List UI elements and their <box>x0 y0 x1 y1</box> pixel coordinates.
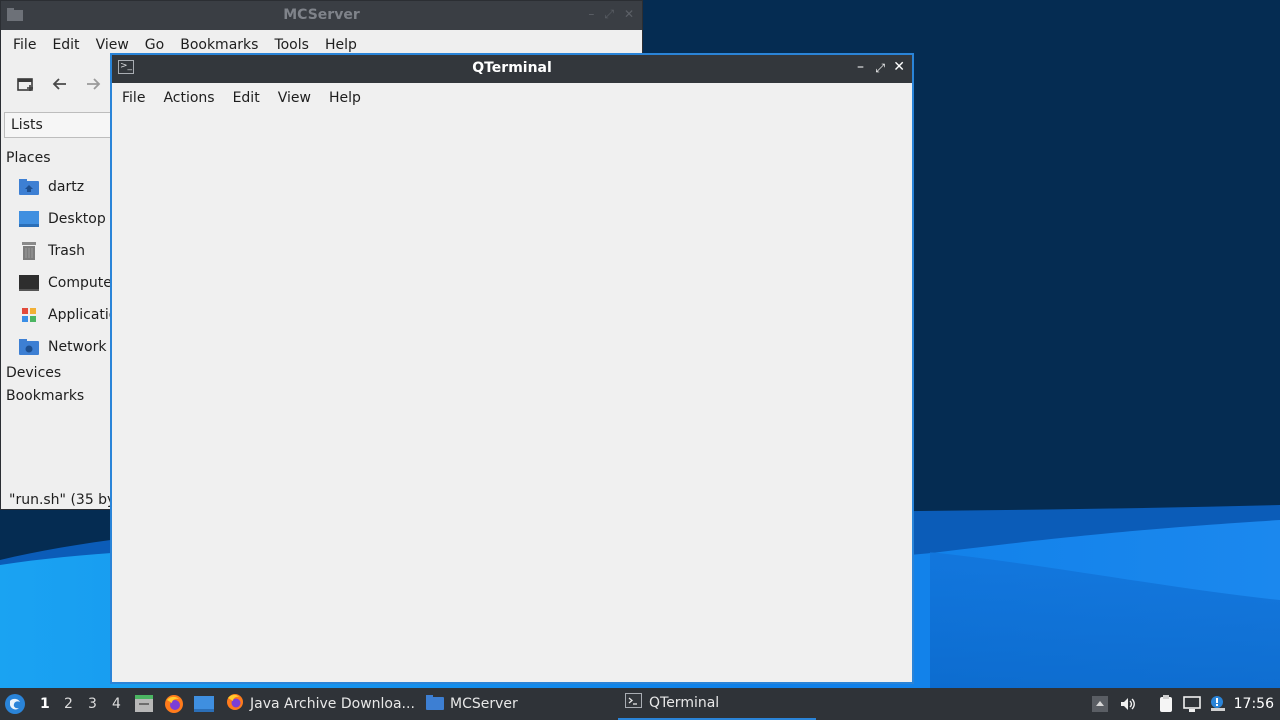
places-heading[interactable]: Places <box>6 150 51 166</box>
tray-expand-icon[interactable] <box>1091 695 1109 713</box>
clock[interactable]: 17:56 <box>1234 696 1274 712</box>
place-network[interactable]: Network <box>19 335 106 359</box>
place-label: Applicatio <box>48 307 118 323</box>
qterminal-menubar: File Actions Edit View Help <box>112 83 912 113</box>
place-label: Trash <box>48 243 85 259</box>
task-label: QTerminal <box>649 695 720 711</box>
menu-edit[interactable]: Edit <box>44 37 87 53</box>
place-label: Compute <box>48 275 112 291</box>
status-bar-text: "run.sh" (35 byt <box>9 492 121 508</box>
menu-view[interactable]: View <box>88 37 137 53</box>
place-desktop[interactable]: Desktop <box>19 207 106 231</box>
task-label: MCServer <box>450 696 518 712</box>
menu-tools[interactable]: Tools <box>266 37 317 53</box>
close-icon[interactable]: ✕ <box>893 59 905 75</box>
maximize-icon[interactable]: ⤢ <box>875 61 885 76</box>
minimize-icon[interactable]: – <box>588 7 594 22</box>
workspace-1[interactable]: 1 <box>40 696 50 712</box>
place-home[interactable]: dartz <box>19 175 84 199</box>
network-status-icon[interactable] <box>1183 695 1201 713</box>
menu-help[interactable]: Help <box>322 90 368 106</box>
firefox-launcher-icon[interactable] <box>164 694 184 714</box>
minimize-icon[interactable]: – <box>857 59 864 75</box>
workspace-2[interactable]: 2 <box>64 696 73 712</box>
file-manager-launcher-icon[interactable] <box>134 694 154 714</box>
devices-heading[interactable]: Devices <box>6 365 61 381</box>
menu-file[interactable]: File <box>115 90 152 106</box>
menu-edit[interactable]: Edit <box>226 90 267 106</box>
window-title: MCServer <box>283 7 360 23</box>
forward-arrow-icon[interactable] <box>85 76 101 96</box>
side-pane-selector[interactable]: Lists <box>4 112 124 138</box>
clipboard-icon[interactable] <box>1157 695 1175 713</box>
new-tab-icon[interactable] <box>17 76 35 96</box>
trash-icon <box>19 242 39 260</box>
place-computer[interactable]: Compute <box>19 271 112 295</box>
task-label: Java Archive Downloa... <box>250 696 415 712</box>
place-label: Desktop <box>48 211 106 227</box>
home-folder-icon <box>19 178 39 196</box>
update-notifier-icon[interactable] <box>1209 695 1227 713</box>
terminal-content-area[interactable] <box>112 113 912 682</box>
desktop-icon <box>19 210 39 228</box>
start-menu-icon[interactable] <box>3 692 27 716</box>
close-icon[interactable]: ✕ <box>624 7 634 22</box>
qterminal-titlebar[interactable]: >_ QTerminal – ⤢ ✕ <box>112 55 912 83</box>
network-folder-icon <box>19 338 39 356</box>
qterminal-window[interactable]: >_ QTerminal – ⤢ ✕ File Actions Edit Vie… <box>110 53 914 684</box>
menu-help[interactable]: Help <box>317 37 365 53</box>
firefox-icon <box>226 693 244 715</box>
workspace-4[interactable]: 4 <box>112 696 121 712</box>
menu-go[interactable]: Go <box>137 37 172 53</box>
menu-bookmarks[interactable]: Bookmarks <box>172 37 266 53</box>
task-qterminal[interactable]: QTerminal <box>618 688 816 720</box>
back-arrow-icon[interactable] <box>52 76 68 96</box>
file-manager-titlebar[interactable]: MCServer – ⤢ ✕ <box>1 1 642 30</box>
maximize-icon[interactable]: ⤢ <box>604 7 614 22</box>
show-desktop-icon[interactable] <box>194 694 214 714</box>
menu-file[interactable]: File <box>5 37 44 53</box>
workspace-3[interactable]: 3 <box>88 696 97 712</box>
taskbar: 1 2 3 4 Java Archive Downloa... MCServer… <box>0 688 1280 720</box>
volume-icon[interactable] <box>1119 695 1137 713</box>
task-browser[interactable]: Java Archive Downloa... <box>226 688 415 720</box>
menu-view[interactable]: View <box>271 90 318 106</box>
place-label: dartz <box>48 179 85 195</box>
window-title: QTerminal <box>472 60 552 76</box>
bookmarks-heading[interactable]: Bookmarks <box>6 388 84 404</box>
menu-actions[interactable]: Actions <box>156 90 221 106</box>
applications-icon <box>19 306 39 324</box>
place-applications[interactable]: Applicatio <box>19 303 117 327</box>
place-label: Network <box>48 339 107 355</box>
folder-icon <box>426 694 444 714</box>
place-trash[interactable]: Trash <box>19 239 85 263</box>
computer-icon <box>19 274 39 292</box>
task-mcserver[interactable]: MCServer <box>426 688 518 720</box>
terminal-icon <box>625 693 643 713</box>
